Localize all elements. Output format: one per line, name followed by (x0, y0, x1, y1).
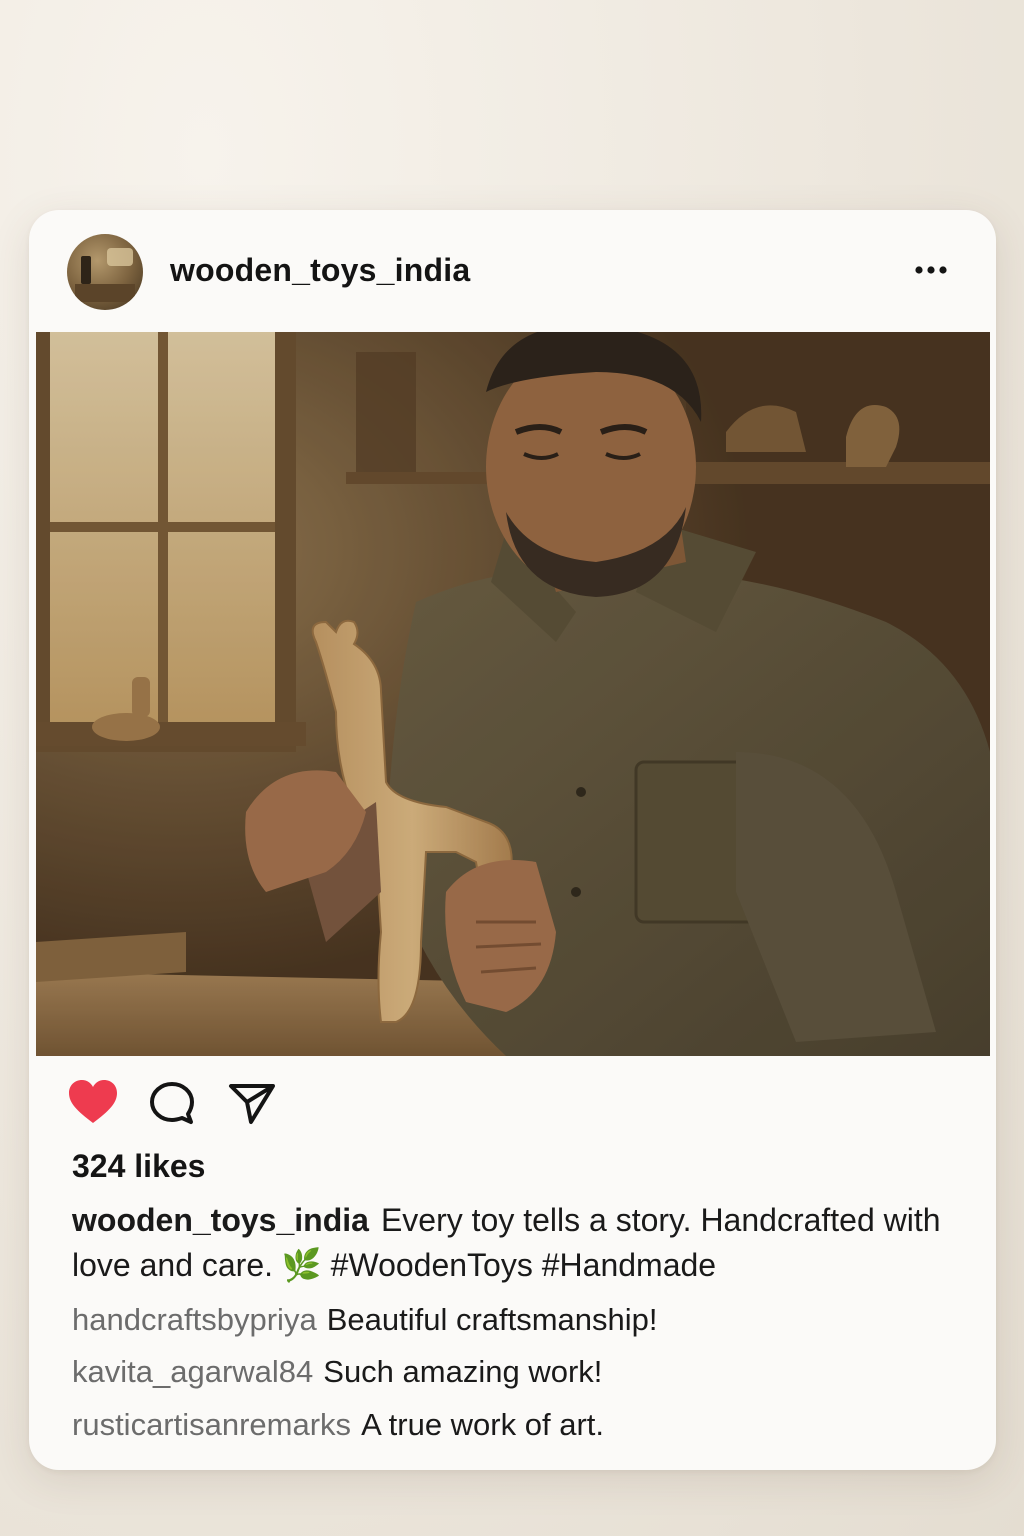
post-username[interactable]: wooden_toys_india (170, 252, 470, 289)
caption-username[interactable]: wooden_toys_india (72, 1202, 369, 1238)
avatar[interactable] (67, 234, 143, 310)
comment-item: kavita_agarwal84 Such amazing work! (72, 1354, 602, 1390)
comment-text: Such amazing work! (323, 1354, 603, 1389)
heart-icon[interactable] (67, 1078, 119, 1126)
more-horizontal-icon[interactable] (911, 258, 951, 282)
comment-username[interactable]: rusticartisanremarks (72, 1407, 351, 1442)
post-caption: wooden_toys_india Every toy tells a story… (72, 1198, 962, 1288)
comment-item: rusticartisanremarks A true work of art. (72, 1407, 604, 1443)
post-actions (67, 1078, 367, 1128)
comment-text: A true work of art. (361, 1407, 604, 1442)
comment-bubble-icon[interactable] (148, 1080, 196, 1126)
post-photo[interactable] (36, 324, 996, 1056)
comment-item: handcraftsbypriya Beautiful craftsmanship… (72, 1302, 658, 1338)
post-card: wooden_toys_india 324 likes wooden_toys_… (29, 210, 996, 1470)
woodworker-photo-illustration (36, 324, 996, 1056)
likes-count[interactable]: 324 likes (72, 1148, 205, 1185)
send-paper-plane-icon[interactable] (227, 1080, 277, 1126)
comment-username[interactable]: kavita_agarwal84 (72, 1354, 313, 1389)
post-header: wooden_toys_india (29, 210, 996, 332)
comment-username[interactable]: handcraftsbypriya (72, 1302, 317, 1337)
comment-text: Beautiful craftsmanship! (326, 1302, 658, 1337)
